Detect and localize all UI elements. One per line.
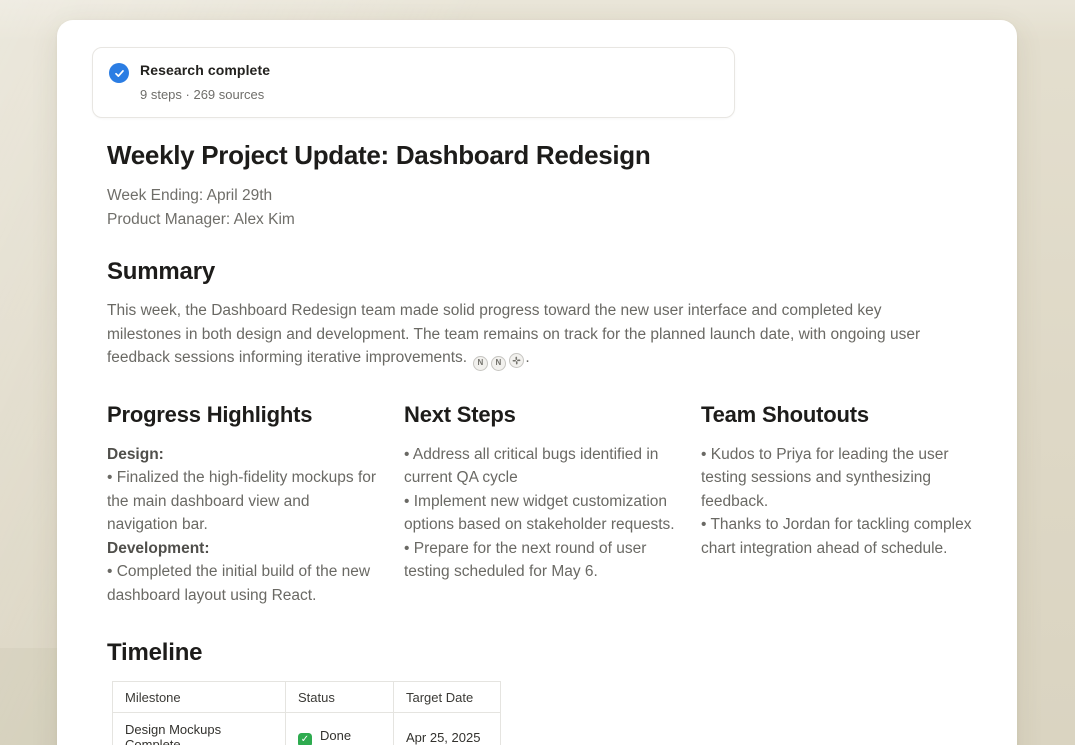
- development-label: Development:: [107, 537, 378, 561]
- table-header-row: Milestone Status Target Date: [113, 682, 501, 713]
- notion-source-icon[interactable]: N: [491, 356, 506, 371]
- progress-highlights-heading: Progress Highlights: [107, 402, 378, 428]
- target-date-column-header: Target Date: [394, 682, 501, 713]
- three-column-section: Progress Highlights Design: • Finalized …: [107, 402, 972, 608]
- summary-heading: Summary: [107, 258, 972, 286]
- product-manager-line: Product Manager: Alex Kim: [107, 208, 972, 232]
- team-shoutouts-bullet: • Kudos to Priya for leading the user te…: [701, 443, 972, 514]
- progress-highlights-column: Progress Highlights Design: • Finalized …: [107, 402, 378, 608]
- table-row: Design Mockups Complete ✓ Done Apr 25, 20…: [113, 713, 501, 745]
- team-shoutouts-heading: Team Shoutouts: [701, 402, 972, 428]
- check-circle-icon: [109, 63, 129, 83]
- summary-trailing-period: .: [525, 349, 529, 366]
- next-steps-bullet: • Prepare for the next round of user tes…: [404, 537, 675, 584]
- design-label: Design:: [107, 443, 378, 467]
- timeline-table: Milestone Status Target Date Design Mock…: [112, 681, 501, 745]
- target-date-cell: Apr 25, 2025: [394, 713, 501, 745]
- notion-source-icon[interactable]: N: [473, 356, 488, 371]
- summary-paragraph: This week, the Dashboard Redesign team m…: [107, 299, 939, 371]
- research-meta: 9 steps · 269 sources: [140, 87, 270, 102]
- next-steps-column: Next Steps • Address all critical bugs i…: [404, 402, 675, 608]
- background-shade: [0, 648, 57, 745]
- next-steps-bullet: • Implement new widget customization opt…: [404, 490, 675, 537]
- research-status-label: Research complete: [140, 62, 270, 78]
- timeline-heading: Timeline: [107, 639, 972, 667]
- status-cell: ✓ Done: [286, 713, 394, 745]
- status-column-header: Status: [286, 682, 394, 713]
- next-steps-heading: Next Steps: [404, 402, 675, 428]
- slack-source-icon[interactable]: [509, 353, 524, 368]
- status-text: Done: [320, 728, 351, 743]
- research-complete-card[interactable]: Research complete 9 steps · 269 sources: [92, 47, 735, 118]
- development-bullet: • Completed the initial build of the new…: [107, 560, 378, 607]
- team-shoutouts-bullet: • Thanks to Jordan for tackling complex …: [701, 513, 972, 560]
- page-title: Weekly Project Update: Dashboard Redesig…: [107, 140, 972, 171]
- done-check-icon: ✓: [298, 733, 312, 745]
- milestone-cell: Design Mockups Complete: [113, 713, 286, 745]
- week-ending-line: Week Ending: April 29th: [107, 184, 972, 208]
- team-shoutouts-column: Team Shoutouts • Kudos to Priya for lead…: [701, 402, 972, 608]
- milestone-column-header: Milestone: [113, 682, 286, 713]
- design-bullet: • Finalized the high-fidelity mockups fo…: [107, 466, 378, 537]
- document-card: Research complete 9 steps · 269 sources …: [57, 20, 1017, 745]
- next-steps-bullet: • Address all critical bugs identified i…: [404, 443, 675, 490]
